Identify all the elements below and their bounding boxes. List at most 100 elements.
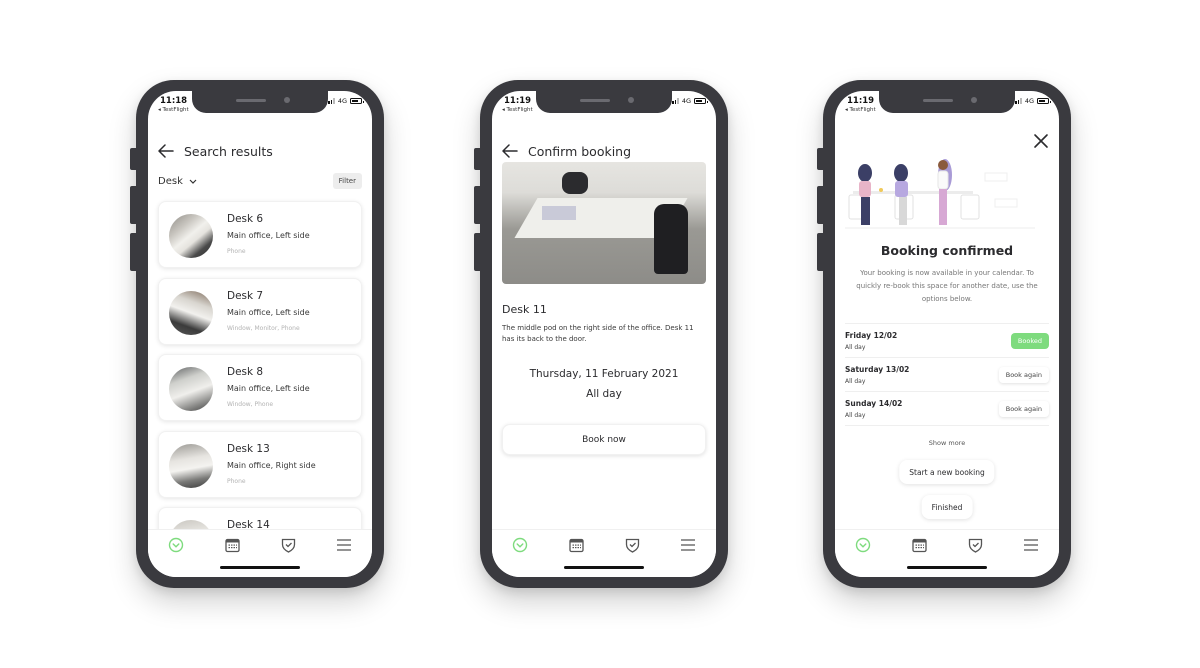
tab-bookings[interactable] [853,536,873,554]
desk-features: Phone [227,477,246,485]
mute-switch [817,148,825,170]
shield-check-icon [281,538,295,553]
book-now-button[interactable]: Book now [502,424,706,455]
volume-down-button [130,233,138,271]
tab-security[interactable] [278,536,298,554]
back-to-testflight[interactable]: ◂ TestFlight [158,107,189,113]
notch [536,91,672,113]
notch [192,91,328,113]
mute-switch [130,148,138,170]
status-time: 11:19 [504,96,532,106]
tab-bar [492,529,716,577]
page-title: Search results [184,143,273,159]
finished-button[interactable]: Finished [921,495,973,519]
header: Confirm booking [502,141,706,161]
screen: 11:19 ◂ TestFlight 4G Confirm booking De… [492,91,716,577]
back-arrow-icon[interactable] [502,143,518,159]
rebook-day: Saturday 13/02 [845,365,910,374]
result-card[interactable]: Desk 7 Main office, Left side Window, Mo… [158,277,362,345]
screen: 11:19 ◂ TestFlight 4G Booking confirmed … [835,91,1059,577]
volume-up-button [130,186,138,224]
desk-photo [502,162,706,284]
desk-photo [169,443,213,488]
result-card[interactable]: Desk 13 Main office, Right side Phone [158,430,362,498]
back-to-testflight[interactable]: ◂ TestFlight [845,107,876,113]
status-time: 11:18 [160,96,188,106]
desk-photo [169,290,213,335]
show-more-link[interactable]: Show more [835,439,1059,447]
space-type-select[interactable]: Desk [158,176,197,187]
rebook-day: Sunday 14/02 [845,399,903,408]
tab-calendar[interactable] [566,536,586,554]
desk-location: Main office, Left side [227,231,310,240]
check-circle-icon [855,537,871,553]
calendar-icon [911,538,927,552]
desk-location: Main office, Left side [227,384,310,393]
tab-bar [148,529,372,577]
book-again-button[interactable]: Book again [998,367,1049,383]
rebook-duration: All day [845,378,866,385]
menu-icon [1024,539,1038,551]
check-circle-icon [168,537,184,553]
network-label: 4G [337,97,347,105]
booked-badge: Booked [1010,333,1049,349]
desk-location: Main office, Right side [227,460,316,470]
menu-icon [681,539,695,551]
tab-menu[interactable] [334,536,354,554]
desk-features: Window, Phone [227,401,274,408]
status-time: 11:19 [847,96,875,106]
volume-down-button [817,233,825,271]
desk-location: Main office, Left side [227,307,310,317]
home-indicator[interactable] [220,566,300,569]
start-new-booking-button[interactable]: Start a new booking [899,460,995,484]
menu-icon [337,539,351,551]
close-icon[interactable] [1033,133,1049,149]
shield-check-icon [968,538,982,553]
confirmation-title: Booking confirmed [880,243,1014,258]
mute-switch [474,148,482,170]
rebook-row: Friday 12/02 All day Booked [845,324,1049,358]
space-type-value: Desk [158,175,183,187]
network-label: 4G [681,97,691,105]
home-indicator[interactable] [564,566,644,569]
rebook-duration: All day [845,412,866,419]
desk-description: The middle pod on the right side of the … [502,324,694,343]
desk-name: Desk 7 [227,289,264,302]
chevron-down-icon [189,179,197,184]
confirmation-description: Your booking is now available in your ca… [856,269,1038,303]
filter-button[interactable]: Filter [332,173,362,189]
filter-row: Desk Filter [158,171,362,191]
battery-icon [694,98,708,104]
home-indicator[interactable] [907,566,987,569]
result-card[interactable]: Desk 8 Main office, Left side Window, Ph… [158,354,362,421]
tab-menu[interactable] [1021,536,1041,554]
rebook-list: Friday 12/02 All day Booked Saturday 13/… [845,323,1049,426]
back-arrow-icon[interactable] [158,143,174,159]
tab-security[interactable] [622,536,642,554]
calendar-icon [224,538,240,552]
people-illustration [845,159,1035,229]
book-again-button[interactable]: Book again [998,401,1049,417]
desk-features: Phone [227,248,246,255]
volume-up-button [817,186,825,224]
tab-bar [835,529,1059,577]
volume-down-button [474,233,482,271]
tab-calendar[interactable] [222,536,242,554]
result-card[interactable]: Desk 6 Main office, Left side Phone [158,201,362,268]
phone-booking-confirmed: 11:19 ◂ TestFlight 4G Booking confirmed … [817,80,1071,588]
network-label: 4G [1024,97,1034,105]
tab-menu[interactable] [678,536,698,554]
phone-search-results: 11:18 ◂ TestFlight 4G Search results Des… [130,80,384,588]
desk-photo [169,214,213,258]
header: Search results [158,141,362,161]
tab-calendar[interactable] [909,536,929,554]
tab-bookings[interactable] [510,536,530,554]
phone-confirm-booking: 11:19 ◂ TestFlight 4G Confirm booking De… [474,80,728,588]
notch [879,91,1015,113]
desk-name: Desk 13 [227,442,270,455]
back-to-testflight[interactable]: ◂ TestFlight [502,107,533,113]
tab-bookings[interactable] [166,536,186,554]
shield-check-icon [625,538,639,553]
tab-security[interactable] [965,536,985,554]
desk-name: Desk 6 [227,213,264,225]
